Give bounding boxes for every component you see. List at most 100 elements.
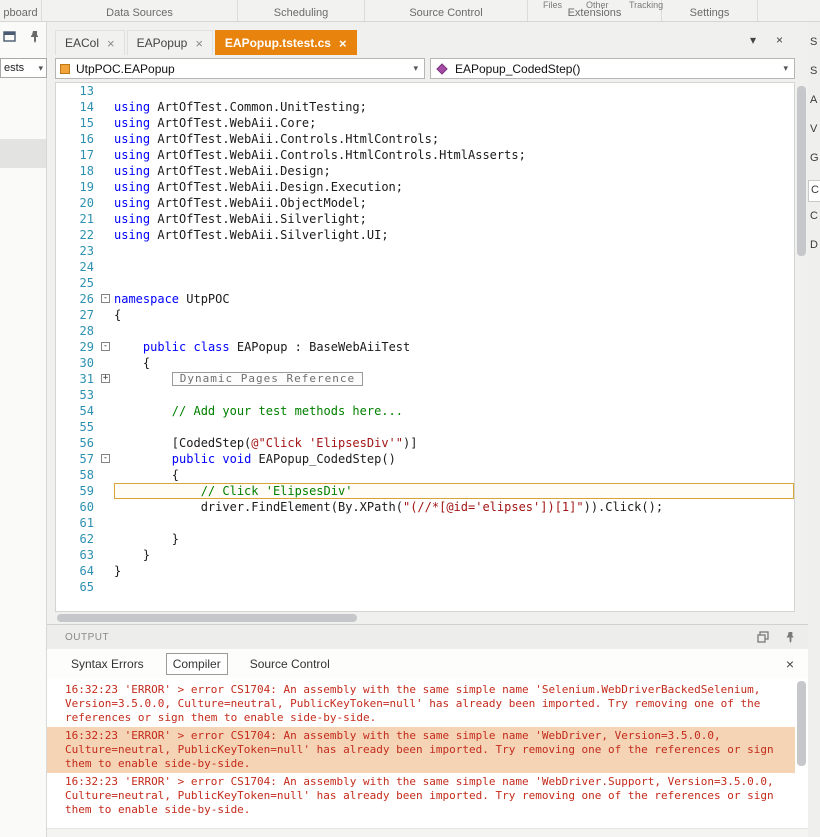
- code-text[interactable]: using ArtOfTest.WebAii.Silverlight;: [114, 211, 794, 227]
- ribbon-group[interactable]: Source Control: [365, 0, 528, 21]
- code-text[interactable]: {: [114, 355, 794, 371]
- tab-close-icon[interactable]: ×: [339, 37, 347, 50]
- right-strip-items: SSAVGCCD: [808, 22, 820, 264]
- collapsed-region[interactable]: Dynamic Pages Reference: [172, 372, 363, 386]
- output-entry[interactable]: 16:32:23 'ERROR' > error CS1704: An asse…: [47, 681, 795, 727]
- code-text[interactable]: }: [114, 563, 794, 579]
- ribbon-group[interactable]: Data Sources: [42, 0, 238, 21]
- right-strip-item[interactable]: V: [808, 119, 820, 148]
- ribbon-group[interactable]: Scheduling: [238, 0, 365, 21]
- output-tab-compiler[interactable]: Compiler: [166, 653, 228, 675]
- right-strip-item[interactable]: S: [808, 32, 820, 61]
- code-text[interactable]: }: [114, 531, 794, 547]
- code-text[interactable]: }: [114, 547, 794, 563]
- code-text[interactable]: using ArtOfTest.WebAii.Core;: [114, 115, 794, 131]
- ribbon-small-label[interactable]: Tracking: [629, 0, 663, 10]
- code-text[interactable]: using ArtOfTest.WebAii.Controls.HtmlCont…: [114, 147, 794, 163]
- member-selector-dropdown[interactable]: EAPopup_CodedStep() ▾: [430, 58, 795, 79]
- line-number: 23: [56, 243, 100, 259]
- fold-minus-icon[interactable]: -: [101, 294, 110, 303]
- fold-gutter: [100, 419, 114, 435]
- code-text[interactable]: [114, 387, 794, 403]
- code-text[interactable]: [114, 243, 794, 259]
- tests-dropdown[interactable]: ests ▾: [0, 58, 47, 78]
- code-text[interactable]: [114, 419, 794, 435]
- dock-window-icon[interactable]: [3, 30, 16, 43]
- code-text[interactable]: {: [114, 467, 794, 483]
- code-text[interactable]: [114, 83, 794, 99]
- type-selector-dropdown[interactable]: UtpPOC.EAPopup ▾: [55, 58, 425, 79]
- right-strip-item[interactable]: A: [808, 90, 820, 119]
- ribbon-group[interactable]: pboard: [0, 0, 42, 21]
- editor-line: 63 }: [56, 547, 794, 563]
- tab-EAPopup[interactable]: EAPopup×: [127, 30, 213, 55]
- ribbon-group-label: pboard: [0, 7, 41, 19]
- code-text[interactable]: [114, 259, 794, 275]
- ribbon-small-label[interactable]: Files: [543, 0, 562, 10]
- editor-line: 58 {: [56, 467, 794, 483]
- ribbon-small-label[interactable]: Other: [586, 0, 609, 10]
- code-text[interactable]: {: [114, 307, 794, 323]
- pin-icon[interactable]: [29, 30, 41, 43]
- close-document-icon[interactable]: ×: [776, 33, 783, 47]
- line-number: 22: [56, 227, 100, 243]
- right-strip-item[interactable]: C: [808, 180, 820, 202]
- code-text[interactable]: Dynamic Pages Reference: [114, 371, 794, 387]
- code-text[interactable]: using ArtOfTest.WebAii.Silverlight.UI;: [114, 227, 794, 243]
- code-text[interactable]: // Add your test methods here...: [114, 403, 794, 419]
- tab-EACol[interactable]: EACol×: [55, 30, 125, 55]
- tab-EAPopup.tstest.cs[interactable]: EAPopup.tstest.cs×: [215, 30, 357, 55]
- code-editor[interactable]: 1314using ArtOfTest.Common.UnitTesting;1…: [55, 82, 795, 612]
- pin-icon[interactable]: [785, 631, 796, 643]
- restore-panel-icon[interactable]: [757, 631, 769, 643]
- code-text[interactable]: namespace UtpPOC: [114, 291, 794, 307]
- output-entry[interactable]: 16:32:23 'ERROR' > error CS1704: An asse…: [47, 727, 795, 773]
- fold-gutter: [100, 355, 114, 371]
- fold-plus-icon[interactable]: +: [101, 374, 110, 383]
- code-text[interactable]: [114, 579, 794, 595]
- code-text[interactable]: [114, 515, 794, 531]
- code-text[interactable]: using ArtOfTest.WebAii.ObjectModel;: [114, 195, 794, 211]
- code-text[interactable]: public void EAPopup_CodedStep(): [114, 451, 794, 467]
- code-text[interactable]: driver.FindElement(By.XPath("(//*[@id='e…: [114, 499, 794, 515]
- right-strip-item[interactable]: C: [808, 206, 820, 235]
- code-text[interactable]: using ArtOfTest.WebAii.Controls.HtmlCont…: [114, 131, 794, 147]
- ribbon-groups: pboardData SourcesSchedulingSource Contr…: [0, 0, 820, 21]
- editor-vertical-scrollbar[interactable]: [795, 82, 808, 624]
- code-text[interactable]: [114, 323, 794, 339]
- right-strip-item[interactable]: S: [808, 61, 820, 90]
- code-text[interactable]: using ArtOfTest.WebAii.Design.Execution;: [114, 179, 794, 195]
- output-entry[interactable]: 16:32:23 'ERROR' > error CS1704: An asse…: [47, 773, 795, 819]
- right-strip-item[interactable]: G: [808, 148, 820, 177]
- tab-list-dropdown-icon[interactable]: ▾: [750, 33, 756, 47]
- editor-line: 23: [56, 243, 794, 259]
- editor-line: 55: [56, 419, 794, 435]
- output-close-icon[interactable]: ×: [786, 656, 794, 672]
- output-tab-source-control[interactable]: Source Control: [244, 654, 336, 674]
- ribbon-group[interactable]: Settings: [662, 0, 758, 21]
- code-text[interactable]: [CodedStep(@"Click 'ElipsesDiv'")]: [114, 435, 794, 451]
- line-number: 53: [56, 387, 100, 403]
- output-horizontal-scroll-area[interactable]: [47, 828, 808, 837]
- output-scrollbar-thumb[interactable]: [797, 681, 806, 766]
- code-text[interactable]: public class EAPopup : BaseWebAiiTest: [114, 339, 794, 355]
- code-text[interactable]: [114, 275, 794, 291]
- output-tab-syntax-errors[interactable]: Syntax Errors: [65, 654, 150, 674]
- editor-line: 19using ArtOfTest.WebAii.Design.Executio…: [56, 179, 794, 195]
- editor-horizontal-scrollbar-thumb[interactable]: [57, 614, 357, 622]
- editor-horizontal-scrollbar[interactable]: [55, 612, 795, 624]
- fold-minus-icon[interactable]: -: [101, 454, 110, 463]
- editor-line: 65: [56, 579, 794, 595]
- fold-minus-icon[interactable]: -: [101, 342, 110, 351]
- output-entry[interactable]: 16:32:23 'INFO' > Build Failed: [47, 824, 795, 828]
- code-text[interactable]: // Click 'ElipsesDiv': [114, 483, 794, 499]
- tab-close-icon[interactable]: ×: [107, 37, 115, 50]
- left-panel-selected-item[interactable]: [0, 139, 46, 168]
- code-text[interactable]: using ArtOfTest.WebAii.Design;: [114, 163, 794, 179]
- right-strip-item[interactable]: D: [808, 235, 820, 264]
- editor-vertical-scrollbar-thumb[interactable]: [797, 86, 806, 256]
- output-vertical-scrollbar[interactable]: [795, 678, 808, 828]
- output-log: 16:32:23 'ERROR' > error CS1704: An asse…: [47, 678, 795, 828]
- tab-close-icon[interactable]: ×: [195, 37, 203, 50]
- code-text[interactable]: using ArtOfTest.Common.UnitTesting;: [114, 99, 794, 115]
